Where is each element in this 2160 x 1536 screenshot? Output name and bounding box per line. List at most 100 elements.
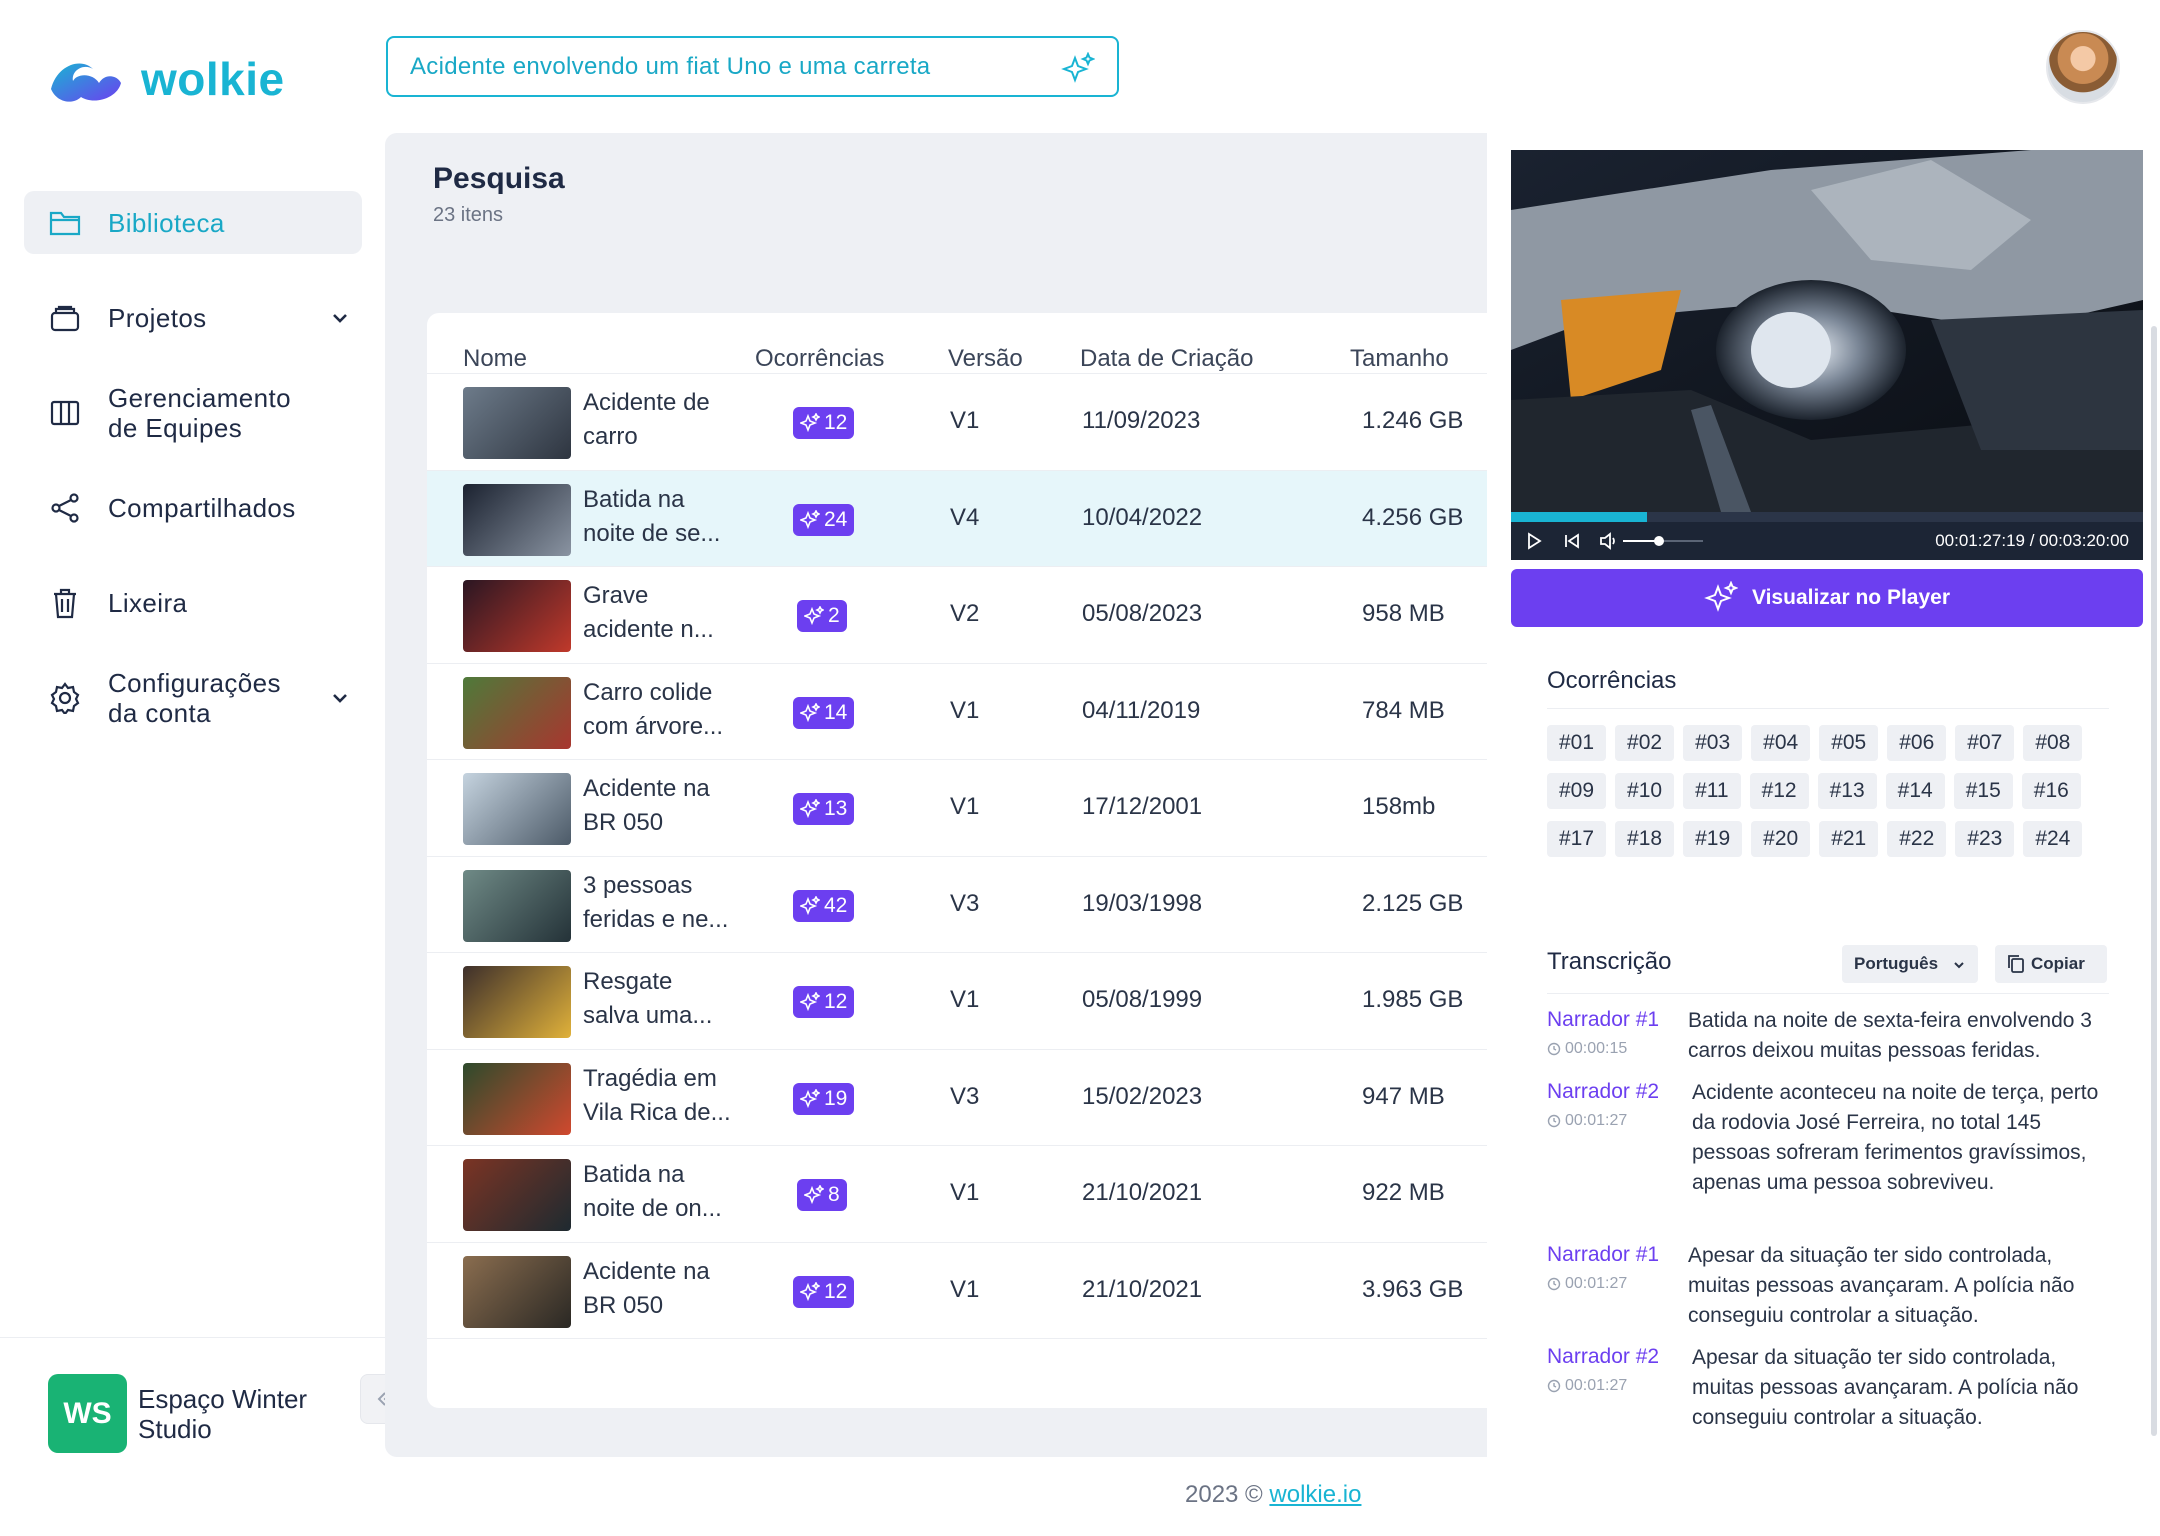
sidebar-item-gerenciamento[interactable]: Gerenciamento de Equipes <box>24 381 362 444</box>
chevron-down-icon[interactable] <box>330 688 350 708</box>
occurrence-tag[interactable]: #13 <box>1817 773 1877 809</box>
row-name[interactable]: Batida na noite de se... <box>583 483 733 551</box>
occurrence-tag[interactable]: #07 <box>1955 725 2015 761</box>
occurrence-count-badge[interactable]: 19 <box>793 1082 855 1115</box>
occurrence-tag[interactable]: #01 <box>1547 725 1607 761</box>
view-in-player-button[interactable]: Visualizar no Player <box>1511 569 2143 627</box>
volume-knob[interactable] <box>1654 536 1664 546</box>
play-icon[interactable] <box>1525 532 1543 550</box>
occurrence-tag[interactable]: #20 <box>1751 821 1811 857</box>
row-name[interactable]: Resgate salva uma... <box>583 965 733 1033</box>
table-row[interactable]: Acidente na BR 050 13 V1 17/12/2001 158mb <box>427 759 1487 855</box>
transcript-timestamp[interactable]: 00:01:27 <box>1547 1112 1627 1130</box>
table-row[interactable]: Batida na noite de on... 8 V1 21/10/2021 922… <box>427 1145 1487 1241</box>
occurrence-tag[interactable]: #08 <box>2023 725 2083 761</box>
video-thumbnail[interactable] <box>463 966 571 1038</box>
table-row[interactable]: Acidente de carro 12 V1 11/09/2023 1.246 GB <box>427 373 1487 469</box>
transcript-timestamp[interactable]: 00:01:27 <box>1547 1377 1627 1395</box>
video-thumbnail[interactable] <box>463 773 571 845</box>
sidebar-item-lixeira[interactable]: Lixeira <box>24 571 362 634</box>
occurrence-count-badge[interactable]: 24 <box>793 503 855 536</box>
transcript-speaker[interactable]: Narrador #2 <box>1547 1345 1659 1369</box>
occurrence-count-badge[interactable]: 12 <box>793 1275 855 1308</box>
table-row[interactable]: 3 pessoas feridas e ne... 42 V3 19/03/1998 2… <box>427 855 1487 952</box>
video-thumbnail[interactable] <box>463 580 571 652</box>
footer-link[interactable]: wolkie.io <box>1269 1481 1361 1508</box>
sidebar-item-biblioteca[interactable]: Biblioteca <box>24 191 362 254</box>
row-name[interactable]: Acidente na BR 050 <box>583 1255 733 1323</box>
table-row[interactable]: Batida na noite de se... 24 V4 10/04/2022 4.… <box>427 469 1487 566</box>
occurrence-tag[interactable]: #04 <box>1751 725 1811 761</box>
occurrence-tag[interactable]: #11 <box>1683 773 1741 809</box>
occurrence-tag[interactable]: #23 <box>1955 821 2015 857</box>
occurrence-tag[interactable]: #17 <box>1547 821 1607 857</box>
avatar[interactable] <box>2046 30 2120 104</box>
occurrence-tag[interactable]: #09 <box>1547 773 1607 809</box>
transcript-speaker[interactable]: Narrador #1 <box>1547 1243 1659 1267</box>
copy-button[interactable]: Copiar <box>1995 945 2107 983</box>
skip-back-icon[interactable] <box>1563 532 1581 550</box>
workspace-card[interactable]: WS Espaço Winter Studio <box>0 1337 385 1536</box>
column-header-versao[interactable]: Versão <box>948 345 1023 373</box>
transcript-timestamp[interactable]: 00:00:15 <box>1547 1040 1627 1058</box>
table-row[interactable]: Acidente na BR 050 12 V1 21/10/2021 3.963 GB <box>427 1241 1487 1338</box>
column-header-nome[interactable]: Nome <box>463 345 527 373</box>
occurrence-tag[interactable]: #02 <box>1615 725 1675 761</box>
occurrence-tag[interactable]: #18 <box>1615 821 1675 857</box>
row-name[interactable]: Batida na noite de on... <box>583 1158 733 1226</box>
row-name[interactable]: Acidente de carro <box>583 386 733 454</box>
video-thumbnail[interactable] <box>463 869 571 942</box>
occurrence-tag[interactable]: #05 <box>1819 725 1879 761</box>
sidebar-item-configuracoes[interactable]: Configurações da conta <box>24 666 362 729</box>
language-select[interactable]: Português <box>1842 945 1978 983</box>
search-input[interactable]: Acidente envolvendo um fiat Uno e uma ca… <box>386 36 1119 97</box>
table-row[interactable]: Grave acidente n... 2 V2 05/08/2023 958 MB <box>427 566 1487 662</box>
ai-sparkle-icon[interactable] <box>1061 52 1095 86</box>
table-row[interactable]: Tragédia em Vila Rica de... 19 V3 15/02/202… <box>427 1048 1487 1145</box>
occurrence-tag[interactable]: #22 <box>1887 821 1947 857</box>
occurrence-count-badge[interactable]: 13 <box>793 793 855 825</box>
video-thumbnail[interactable] <box>463 1159 571 1231</box>
row-name[interactable]: Grave acidente n... <box>583 579 733 647</box>
occurrence-tag[interactable]: #24 <box>2023 821 2083 857</box>
occurrence-tag[interactable]: #15 <box>1953 773 2013 809</box>
chevron-down-icon[interactable] <box>330 308 350 328</box>
sidebar-item-compartilhados[interactable]: Compartilhados <box>24 476 362 539</box>
occurrence-count-badge[interactable]: 12 <box>793 407 855 439</box>
row-name[interactable]: Acidente na BR 050 <box>583 772 733 840</box>
video-thumbnail[interactable] <box>463 387 571 459</box>
transcript-speaker[interactable]: Narrador #2 <box>1547 1080 1659 1104</box>
occurrence-tag[interactable]: #10 <box>1615 773 1675 809</box>
occurrence-tag[interactable]: #12 <box>1749 773 1809 809</box>
transcript-speaker[interactable]: Narrador #1 <box>1547 1008 1659 1032</box>
occurrence-tag[interactable]: #21 <box>1819 821 1879 857</box>
occurrence-count-badge[interactable]: 2 <box>797 600 847 632</box>
volume-slider[interactable] <box>1623 536 1703 546</box>
occurrence-tag[interactable]: #19 <box>1683 821 1743 857</box>
column-header-ocorrencias[interactable]: Ocorrências <box>755 345 884 373</box>
volume-icon[interactable] <box>1599 531 1621 551</box>
scrollbar[interactable] <box>2151 326 2157 1436</box>
column-header-tamanho[interactable]: Tamanho <box>1350 345 1449 373</box>
occurrence-tag[interactable]: #03 <box>1683 725 1743 761</box>
column-header-data[interactable]: Data de Criação <box>1080 345 1253 373</box>
video-thumbnail[interactable] <box>463 676 571 749</box>
transcript-timestamp[interactable]: 00:01:27 <box>1547 1275 1627 1293</box>
video-thumbnail[interactable] <box>463 483 571 556</box>
row-name[interactable]: Tragédia em Vila Rica de... <box>583 1062 733 1130</box>
video-preview[interactable] <box>1511 150 2143 560</box>
occurrence-count-badge[interactable]: 14 <box>793 696 855 729</box>
occurrence-tag[interactable]: #06 <box>1887 725 1947 761</box>
row-name[interactable]: 3 pessoas feridas e ne... <box>583 869 733 937</box>
occurrence-tag[interactable]: #14 <box>1885 773 1945 809</box>
video-thumbnail[interactable] <box>463 1062 571 1135</box>
logo[interactable]: wolkie <box>47 48 285 110</box>
table-row[interactable]: Carro colide com árvore... 14 V1 04/11/2019… <box>427 662 1487 759</box>
occurrence-tag[interactable]: #16 <box>2021 773 2081 809</box>
occurrence-count-badge[interactable]: 42 <box>793 889 855 922</box>
table-row[interactable]: Resgate salva uma... 12 V1 05/08/1999 1.985 … <box>427 952 1487 1048</box>
video-thumbnail[interactable] <box>463 1255 571 1328</box>
sidebar-item-projetos[interactable]: Projetos <box>24 286 362 349</box>
occurrence-count-badge[interactable]: 12 <box>793 986 855 1018</box>
row-name[interactable]: Carro colide com árvore... <box>583 676 733 744</box>
